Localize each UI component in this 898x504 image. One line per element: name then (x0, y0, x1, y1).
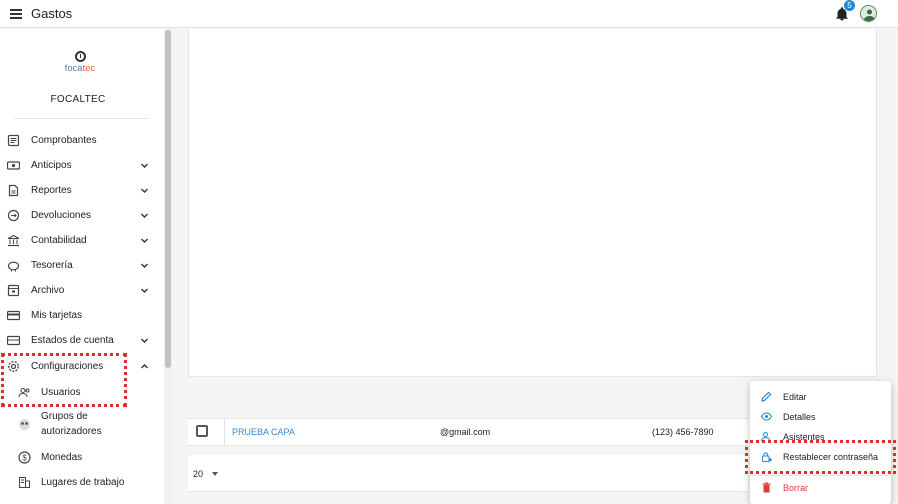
menu-item-detalles[interactable]: Detalles (750, 407, 891, 427)
sidebar-item-archivo[interactable]: Archivo (0, 278, 160, 303)
trash-icon (762, 482, 771, 493)
user-phone: (123) 456-7890 (652, 427, 714, 437)
sidebar-item-devoluciones[interactable]: Devoluciones (0, 203, 160, 228)
receipt-icon (7, 134, 20, 147)
chevron-down-icon (141, 188, 148, 193)
dollar-icon: $ (18, 451, 31, 464)
menu-item-label: Editar (783, 392, 807, 402)
bank-icon (7, 234, 20, 247)
app-title: Gastos (31, 6, 73, 21)
building-icon (19, 477, 30, 488)
notification-badge: 5 (844, 0, 855, 11)
caret-down-icon[interactable] (212, 472, 218, 476)
sidebar-item-estados-de-cuenta[interactable]: Estados de cuenta (0, 328, 160, 353)
sidebar-item-label: Estados de cuenta (31, 335, 114, 346)
menu-item-label: Asistentes (783, 432, 825, 442)
sidebar-item-label: Anticipos (31, 160, 72, 171)
company-logo: focatec (60, 51, 100, 79)
sidebar-item-label: Comprobantes (31, 135, 97, 146)
user-email: @gmail.com (440, 427, 491, 437)
menu-item-label: Restablecer contraseña (783, 452, 879, 462)
page-size-select[interactable]: 20 (193, 469, 203, 479)
organization-name: FOCALTEC (50, 94, 106, 105)
piggy-bank-icon (7, 261, 20, 272)
chevron-down-icon (141, 288, 148, 293)
sidebar-item-label: Mis tarjetas (31, 310, 83, 321)
sidebar-item-label: Usuarios (41, 387, 81, 398)
sidebar-divider (14, 118, 148, 119)
menu-item-restablecer-contrasena[interactable]: Restablecer contraseña (750, 447, 891, 467)
row-checkbox[interactable] (196, 425, 208, 437)
sidebar-subitem-monedas[interactable]: $ Monedas (0, 445, 160, 470)
sidebar-item-mis-tarjetas[interactable]: Mis tarjetas (0, 303, 160, 328)
sidebar-item-reportes[interactable]: Reportes (0, 178, 160, 203)
main-content-card (188, 29, 877, 377)
lock-reset-icon (762, 452, 772, 462)
sidebar-item-contabilidad[interactable]: Contabilidad (0, 228, 160, 253)
refund-icon (7, 209, 20, 222)
sidebar-item-configuraciones[interactable]: Configuraciones (0, 354, 160, 379)
group-icon (19, 419, 30, 430)
user-name-link[interactable]: PRUEBA CAPA (232, 427, 295, 437)
menu-item-borrar[interactable]: Borrar (750, 478, 891, 498)
svg-text:$: $ (22, 454, 27, 463)
wallet-icon (7, 335, 20, 346)
chevron-down-icon (141, 213, 148, 218)
hamburger-menu-icon[interactable] (7, 4, 27, 24)
menu-item-label: Borrar (783, 483, 809, 493)
archive-icon (7, 284, 20, 297)
sidebar-item-comprobantes[interactable]: Comprobantes (0, 128, 160, 153)
sidebar-item-anticipos[interactable]: Anticipos (0, 153, 160, 178)
sidebar-item-label: Monedas (41, 452, 83, 463)
sidebar-item-label: Archivo (31, 285, 65, 296)
sidebar-item-label: Configuraciones (31, 361, 104, 372)
logo-text-a: foca (64, 63, 83, 73)
sidebar-item-label: Reportes (31, 185, 72, 196)
sidebar-item-label: Contabilidad (31, 235, 87, 246)
gear-icon (7, 360, 20, 373)
chevron-down-icon (141, 163, 148, 168)
user-avatar[interactable] (860, 5, 877, 22)
sidebar-item-label: Devoluciones (31, 210, 92, 221)
chevron-down-icon (141, 338, 148, 343)
sidebar-scrollbar-thumb[interactable] (165, 30, 171, 368)
table-footer (188, 455, 748, 492)
chevron-up-icon (141, 364, 148, 369)
sidebar-subitem-lugares-de-trabajo[interactable]: Lugares de trabajo (0, 470, 160, 495)
chevron-down-icon (141, 263, 148, 268)
sidebar-item-label: Tesorería (31, 260, 73, 271)
menu-item-label: Detalles (783, 412, 816, 422)
menu-divider (750, 475, 891, 476)
assistant-icon (761, 432, 770, 442)
sidebar-item-tesoreria[interactable]: Tesorería (0, 253, 160, 278)
logo-text-b: tec (82, 63, 96, 73)
menu-item-editar[interactable]: Editar (750, 387, 891, 407)
sidebar-item-label: Grupos de autorizadores (41, 411, 102, 437)
cash-icon (7, 161, 20, 170)
cell-divider (224, 418, 225, 446)
eye-icon (761, 412, 772, 421)
logo-mark-icon (74, 51, 86, 62)
top-app-bar: Gastos (0, 0, 898, 28)
credit-card-icon (7, 310, 20, 321)
sidebar-subitem-usuarios[interactable]: Usuarios (0, 380, 160, 405)
chevron-down-icon (141, 238, 148, 243)
pencil-icon (761, 391, 772, 402)
menu-item-asistentes[interactable]: Asistentes (750, 427, 891, 447)
sidebar-item-label: Lugares de trabajo (41, 477, 125, 488)
sidebar-subitem-grupos-de-autorizadores[interactable]: Grupos de autorizadores (0, 409, 160, 439)
report-icon (8, 184, 19, 197)
users-icon (18, 388, 30, 398)
